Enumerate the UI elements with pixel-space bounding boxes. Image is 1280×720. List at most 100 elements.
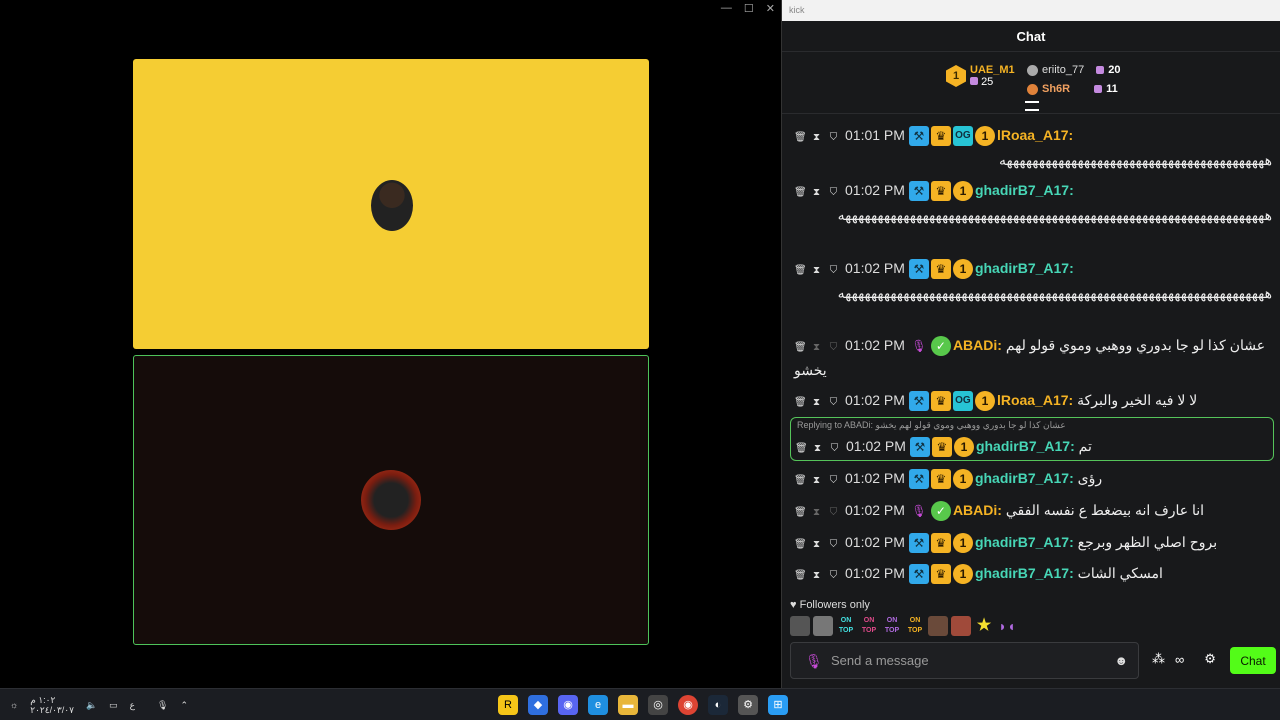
message-username[interactable]: ghadirB7_A17: — [975, 565, 1074, 581]
trash-icon[interactable]: 🗑 — [794, 534, 807, 556]
shield-icon[interactable]: ⛉ — [828, 565, 839, 587]
users-icon[interactable]: ⁂ — [1152, 651, 1165, 667]
emote[interactable]: ◗◖ — [997, 616, 1017, 636]
rockstar-icon[interactable]: R — [498, 695, 518, 715]
shield-icon[interactable]: ⛉ — [828, 182, 839, 204]
app-icon[interactable]: ◎ — [648, 695, 668, 715]
message-username[interactable]: ghadirB7_A17: — [975, 182, 1074, 198]
emote[interactable] — [928, 616, 948, 636]
clock[interactable]: ١:٠٢ م ٢٠٢٤/٠٣/٠٧ — [30, 695, 74, 715]
message-username[interactable]: ghadirB7_A17: — [975, 260, 1074, 276]
message-text: امسكي الشات — [1077, 565, 1163, 581]
trash-icon[interactable]: 🗑 — [795, 438, 808, 460]
leader-name: eriito_77 — [1042, 64, 1085, 76]
shield-icon[interactable]: ⛉ — [828, 534, 839, 556]
infinity-icon[interactable]: ∞ — [1175, 652, 1184, 667]
star-emote-icon[interactable]: ★ — [974, 616, 994, 636]
message-username[interactable]: ghadirB7_A17: — [975, 534, 1074, 550]
emote[interactable] — [951, 616, 971, 636]
message-username[interactable]: lRoaa_A17: — [997, 127, 1073, 143]
leader-gift-count: 25 — [981, 76, 994, 88]
timeout-icon[interactable]: ⧗ — [811, 260, 822, 282]
language-indicator[interactable]: ع — [130, 700, 135, 711]
shield-icon[interactable]: ⛉ — [828, 470, 839, 492]
trash-icon[interactable]: 🗑 — [794, 392, 807, 414]
weather-icon[interactable]: ☼ — [10, 700, 18, 710]
message-text: بروح اصلي الظهر وبرجع — [1077, 534, 1218, 550]
maximize-icon[interactable]: ☐ — [744, 2, 754, 15]
emote-bar: ON TOP ON TOP ON TOP ON TOP ★ ◗◖ — [790, 616, 1017, 636]
message-time: 01:02 PM — [845, 182, 905, 198]
message-username[interactable]: ghadirB7_A17: — [975, 470, 1074, 486]
shield-icon[interactable]: ⛉ — [828, 337, 839, 359]
edge-icon[interactable]: e — [588, 695, 608, 715]
timeout-icon[interactable]: ⧗ — [811, 127, 822, 149]
emote-on-top[interactable]: ON TOP — [882, 616, 902, 636]
message-time: 01:02 PM — [845, 392, 905, 408]
leader-second[interactable]: eriito_77 20 — [1027, 64, 1120, 76]
moderator-badge-icon: ⚒ — [908, 259, 929, 280]
timeout-icon[interactable]: ⧗ — [812, 438, 823, 460]
trash-icon[interactable]: 🗑 — [794, 502, 807, 524]
timeout-icon[interactable]: ⧗ — [811, 182, 822, 204]
close-icon[interactable]: ✕ — [766, 2, 775, 15]
timeout-icon[interactable]: ⧗ — [811, 337, 822, 359]
leader-third[interactable]: Sh6R 11 — [1027, 83, 1118, 95]
trash-icon[interactable]: 🗑 — [794, 565, 807, 587]
moderator-badge-icon: ⚒ — [909, 437, 930, 458]
gifter-badge-icon: 1 — [974, 391, 995, 412]
windows-icon[interactable]: ⊞ — [768, 695, 788, 715]
shield-icon[interactable]: ⛉ — [828, 260, 839, 282]
trash-icon[interactable]: 🗑 — [794, 260, 807, 282]
message-username[interactable]: ABADi: — [953, 502, 1002, 518]
trash-icon[interactable]: 🗑 — [794, 470, 807, 492]
crown-badge-icon: ♛ — [931, 437, 952, 458]
network-icon[interactable]: ▭ — [109, 700, 118, 711]
mic-tray-icon[interactable]: 🎙 — [157, 700, 168, 711]
shield-icon[interactable]: ⛉ — [828, 502, 839, 524]
volume-icon[interactable]: 🔈 — [86, 700, 97, 711]
mic-icon[interactable]: 🎙 — [805, 653, 823, 670]
steam-icon[interactable]: ◐ — [708, 695, 728, 715]
chrome-icon[interactable]: ◉ — [678, 695, 698, 715]
folder-icon[interactable]: ▬ — [618, 695, 638, 715]
gear-icon[interactable]: ⚙ — [1204, 651, 1216, 667]
trash-icon[interactable]: 🗑 — [794, 337, 807, 359]
shield-icon[interactable]: ⛉ — [829, 438, 840, 460]
chat-panel: kick Chat 1 UAE_M1 25 eriito_77 20 Sh6R … — [781, 0, 1280, 688]
settings-icon[interactable]: ⚙ — [738, 695, 758, 715]
app-icon[interactable]: ◆ — [528, 695, 548, 715]
emote[interactable] — [790, 616, 810, 636]
trash-icon[interactable]: 🗑 — [794, 127, 807, 149]
timeout-icon[interactable]: ⧗ — [811, 502, 822, 524]
timeout-icon[interactable]: ⧗ — [811, 534, 822, 556]
timeout-icon[interactable]: ⧗ — [811, 470, 822, 492]
timeout-icon[interactable]: ⧗ — [811, 392, 822, 414]
shield-icon[interactable]: ⛉ — [828, 127, 839, 149]
emote-on-top[interactable]: ON TOP — [836, 616, 856, 636]
send-chat-button[interactable]: Chat — [1230, 647, 1276, 674]
trash-icon[interactable]: 🗑 — [794, 182, 807, 204]
filter-icon[interactable] — [1025, 101, 1039, 111]
crown-badge-icon: ♛ — [930, 391, 951, 412]
emoji-icon[interactable]: ☻ — [1114, 653, 1128, 668]
message-text: هههههههههههههههههههههههههههههههههههههههه… — [837, 285, 1272, 301]
message-input[interactable] — [831, 653, 1091, 668]
message-input-box[interactable]: 🎙 ☻ — [790, 642, 1139, 679]
message-username[interactable]: ABADi: — [953, 337, 1002, 353]
participant-tile-2[interactable] — [133, 355, 649, 645]
minimize-icon[interactable]: — — [721, 2, 732, 15]
message-text: انا عارف انه بيضغط ع نفسه الفقي — [1005, 502, 1205, 518]
emote-on-top[interactable]: ON TOP — [859, 616, 879, 636]
emote-on-top[interactable]: ON TOP — [905, 616, 925, 636]
chevron-up-icon[interactable]: ⌃ — [180, 700, 188, 711]
shield-icon[interactable]: ⛉ — [828, 392, 839, 414]
discord-icon[interactable]: ◉ — [558, 695, 578, 715]
message-username[interactable]: lRoaa_A17: — [997, 392, 1073, 408]
message-username[interactable]: ghadirB7_A17: — [976, 438, 1075, 454]
emote[interactable] — [813, 616, 833, 636]
timeout-icon[interactable]: ⧗ — [811, 565, 822, 587]
leader-first[interactable]: 1 UAE_M1 25 — [946, 64, 1015, 88]
reply-context[interactable]: Replying to ABADi: عشان كذا لو جا بدوري … — [791, 418, 1273, 433]
participant-tile-1[interactable] — [133, 59, 649, 349]
